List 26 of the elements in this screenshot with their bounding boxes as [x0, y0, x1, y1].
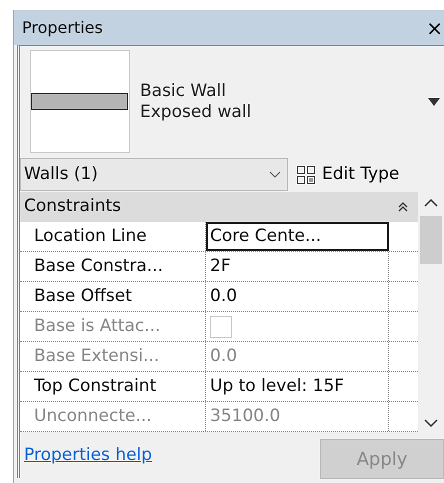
- property-value[interactable]: 2F: [206, 252, 389, 281]
- help-link[interactable]: Properties help: [24, 443, 152, 469]
- type-family: Basic Wall: [140, 81, 227, 102]
- scroll-thumb[interactable]: [420, 216, 442, 264]
- property-label: Base is Attac...: [20, 312, 206, 341]
- group-header[interactable]: Constraints: [20, 192, 418, 222]
- close-button[interactable]: ×: [426, 18, 443, 38]
- window-title: Properties: [22, 16, 103, 38]
- collapse-icon[interactable]: [398, 202, 408, 212]
- property-label: Base Extensi...: [20, 342, 206, 371]
- dropdown-icon[interactable]: [428, 98, 440, 106]
- wall-section-icon: [31, 92, 129, 110]
- type-name: Exposed wall: [140, 102, 252, 122]
- property-value[interactable]: 0.0: [206, 282, 389, 311]
- property-label: Top Constraint: [20, 372, 206, 401]
- filter-dropdown[interactable]: Walls (1): [20, 158, 288, 191]
- property-label: Base Constra...: [20, 252, 206, 281]
- edit-type-button[interactable]: Edit Type: [288, 162, 400, 188]
- chevron-down-icon: [269, 170, 281, 178]
- property-value[interactable]: Core Cente...: [206, 222, 389, 251]
- property-label: Base Offset: [20, 282, 206, 311]
- property-label: Unconnecte...: [20, 402, 206, 431]
- property-value[interactable]: Up to level: 15F: [206, 372, 389, 401]
- edit-type-icon: [296, 164, 316, 184]
- property-label: Location Line: [20, 222, 206, 251]
- group-title: Constraints: [24, 195, 121, 218]
